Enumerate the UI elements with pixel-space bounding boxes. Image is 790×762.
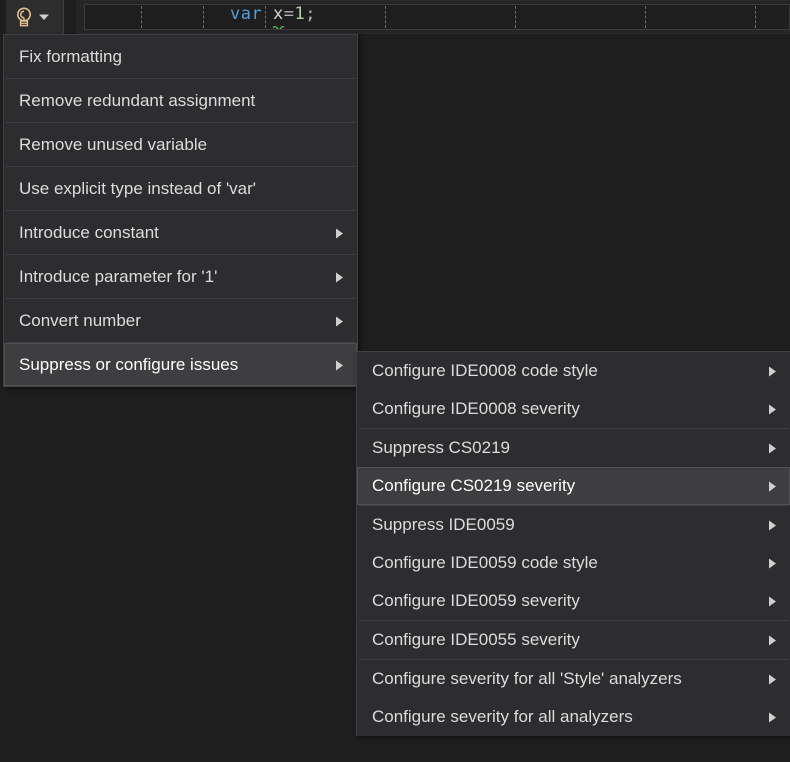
code-line-inner bbox=[84, 4, 790, 30]
submenu-arrow-icon bbox=[765, 438, 779, 458]
menu-item-label: Configure IDE0059 severity bbox=[372, 591, 765, 611]
lightbulb-quick-actions-button[interactable] bbox=[6, 0, 64, 34]
quick-actions-menu[interactable]: Fix formatting Remove redundant assignmen… bbox=[3, 34, 358, 387]
indent-guide bbox=[203, 6, 204, 28]
menu-item-configure-ide0059-severity[interactable]: Configure IDE0059 severity bbox=[357, 582, 790, 620]
menu-item-configure-ide0059-code-style[interactable]: Configure IDE0059 code style bbox=[357, 544, 790, 582]
editor-toolbar-strip: var x=1; bbox=[0, 0, 790, 34]
menu-item-label: Suppress IDE0059 bbox=[372, 515, 765, 535]
menu-item-label: Remove redundant assignment bbox=[19, 91, 332, 111]
menu-item-configure-severity-for-all-style-analyzers[interactable]: Configure severity for all 'Style' analy… bbox=[357, 660, 790, 698]
menu-item-suppress-cs0219[interactable]: Suppress CS0219 bbox=[357, 429, 790, 467]
submenu-arrow-icon bbox=[765, 553, 779, 573]
code-space bbox=[262, 4, 273, 24]
menu-item-label: Fix formatting bbox=[19, 47, 332, 67]
menu-item-configure-ide0055-severity[interactable]: Configure IDE0055 severity bbox=[357, 621, 790, 659]
menu-item-label: Configure severity for all 'Style' analy… bbox=[372, 669, 765, 689]
submenu-arrow-icon bbox=[765, 476, 779, 496]
menu-item-label: Configure IDE0008 code style bbox=[372, 361, 765, 381]
submenu-arrow-icon bbox=[765, 361, 779, 381]
menu-item-label: Suppress CS0219 bbox=[372, 438, 765, 458]
chevron-down-icon[interactable] bbox=[38, 12, 50, 22]
code-semicolon: ; bbox=[305, 4, 316, 24]
menu-item-label: Configure IDE0055 severity bbox=[372, 630, 765, 650]
indent-guide bbox=[755, 6, 756, 28]
menu-item-suppress-or-configure-issues[interactable]: Suppress or configure issues bbox=[4, 343, 357, 386]
menu-item-convert-number[interactable]: Convert number bbox=[4, 299, 357, 342]
menu-item-label: Convert number bbox=[19, 311, 332, 331]
indent-guide bbox=[385, 6, 386, 28]
code-operator-equals: = bbox=[284, 4, 295, 24]
indent-guide bbox=[645, 6, 646, 28]
code-editor-line[interactable]: var x=1; bbox=[76, 0, 790, 34]
menu-item-configure-ide0008-severity[interactable]: Configure IDE0008 severity bbox=[357, 390, 790, 428]
code-number-1: 1 bbox=[294, 4, 305, 24]
menu-item-label: Configure CS0219 severity bbox=[372, 476, 765, 496]
submenu-arrow-icon bbox=[765, 630, 779, 650]
indent-guide bbox=[141, 6, 142, 28]
menu-item-introduce-constant[interactable]: Introduce constant bbox=[4, 211, 357, 254]
menu-item-configure-severity-for-all-analyzers[interactable]: Configure severity for all analyzers bbox=[357, 698, 790, 736]
submenu-arrow-icon bbox=[332, 355, 346, 375]
menu-item-label: Configure severity for all analyzers bbox=[372, 707, 765, 727]
menu-item-suppress-ide0059[interactable]: Suppress IDE0059 bbox=[357, 506, 790, 544]
menu-item-label: Configure IDE0008 severity bbox=[372, 399, 765, 419]
code-keyword-var: var bbox=[230, 4, 262, 24]
submenu-arrow-icon bbox=[765, 669, 779, 689]
submenu-arrow-icon bbox=[765, 591, 779, 611]
menu-item-label: Introduce constant bbox=[19, 223, 332, 243]
suppress-or-configure-issues-submenu[interactable]: Configure IDE0008 code style Configure ID… bbox=[356, 351, 790, 736]
code-identifier-x: x bbox=[273, 4, 284, 24]
code-text: var x=1; bbox=[230, 4, 316, 24]
menu-item-configure-cs0219-severity[interactable]: Configure CS0219 severity bbox=[357, 467, 790, 505]
submenu-arrow-icon bbox=[332, 267, 346, 287]
submenu-arrow-icon bbox=[765, 707, 779, 727]
menu-item-configure-ide0008-code-style[interactable]: Configure IDE0008 code style bbox=[357, 352, 790, 390]
menu-item-remove-redundant-assignment[interactable]: Remove redundant assignment bbox=[4, 79, 357, 122]
menu-item-label: Use explicit type instead of 'var' bbox=[19, 179, 332, 199]
warning-squiggle-icon bbox=[273, 25, 284, 29]
submenu-arrow-icon bbox=[765, 515, 779, 535]
menu-item-use-explicit-type-instead-of-var[interactable]: Use explicit type instead of 'var' bbox=[4, 167, 357, 210]
menu-item-label: Configure IDE0059 code style bbox=[372, 553, 765, 573]
lightbulb-icon[interactable] bbox=[14, 6, 34, 28]
menu-item-label: Introduce parameter for '1' bbox=[19, 267, 332, 287]
menu-item-introduce-parameter-for-1[interactable]: Introduce parameter for '1' bbox=[4, 255, 357, 298]
indent-guide bbox=[515, 6, 516, 28]
menu-item-label: Remove unused variable bbox=[19, 135, 332, 155]
menu-item-remove-unused-variable[interactable]: Remove unused variable bbox=[4, 123, 357, 166]
menu-item-fix-formatting[interactable]: Fix formatting bbox=[4, 35, 357, 78]
submenu-arrow-icon bbox=[332, 223, 346, 243]
submenu-arrow-icon bbox=[332, 311, 346, 331]
menu-item-label: Suppress or configure issues bbox=[19, 355, 332, 375]
submenu-arrow-icon bbox=[765, 399, 779, 419]
